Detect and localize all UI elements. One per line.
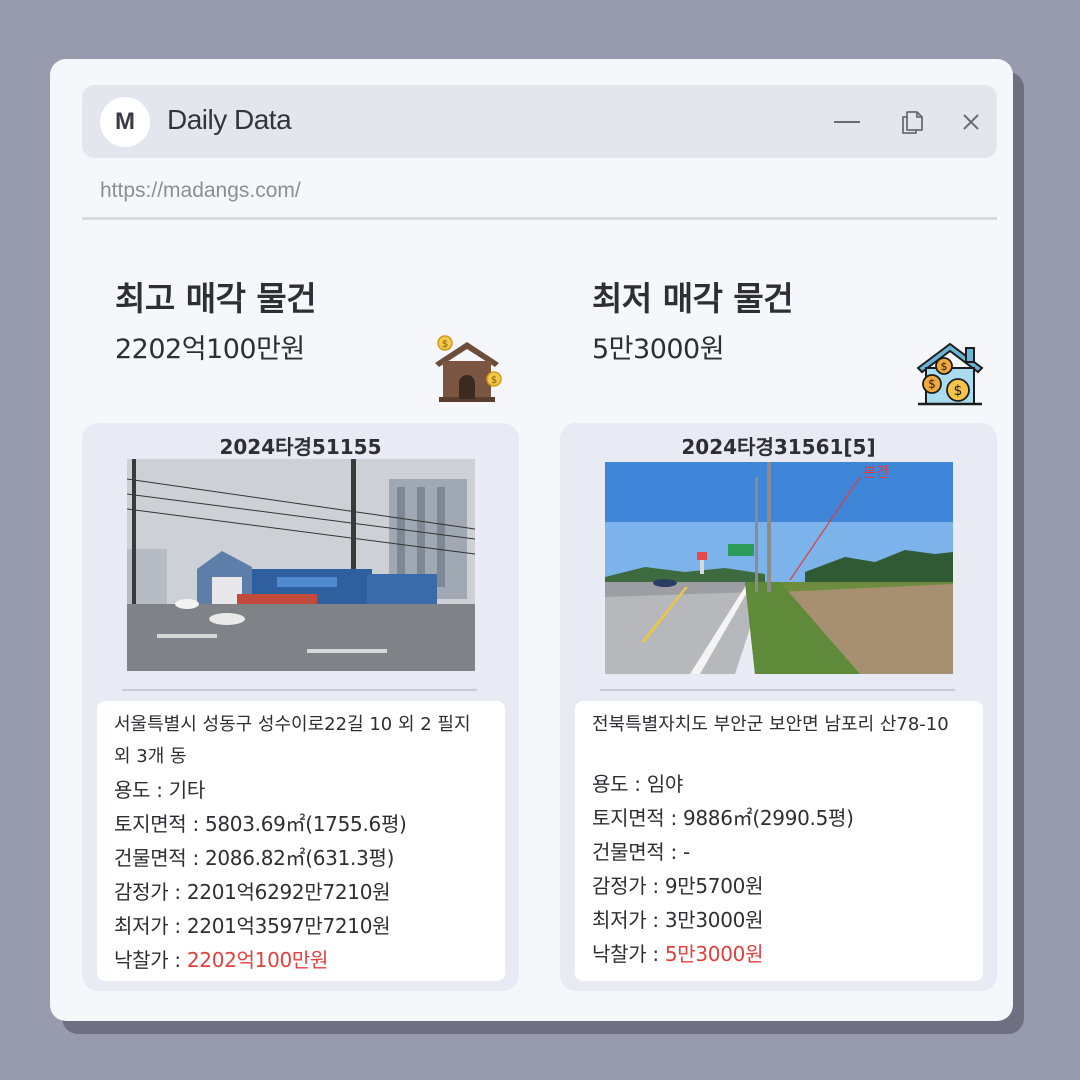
property-address: 서울특별시 성동구 성수이로22길 10 외 2 필지 외 3개 동 <box>114 714 471 767</box>
usage-value: 임야 <box>646 772 684 796</box>
app-window: M Daily Data https://madangs.com/ 최고 매각 … <box>50 59 1013 1021</box>
lowest-price: 5만3000원 <box>592 334 725 365</box>
close-button[interactable] <box>954 105 988 139</box>
minimum-price-row: 최저가 : 2201억3597만7210원 <box>114 909 488 943</box>
minimum-price-value: 3만3000원 <box>664 908 764 932</box>
land-area-row: 토지면적 : 5803.69㎡(1755.6평) <box>114 807 488 841</box>
close-icon <box>963 114 979 130</box>
land-area-row: 토지면적 : 9886㎡(2990.5평) <box>592 801 966 835</box>
minimum-price-label: 최저가 : <box>114 914 187 938</box>
svg-text:$: $ <box>941 360 948 373</box>
svg-text:$: $ <box>442 339 448 350</box>
header-divider <box>82 217 997 220</box>
winning-bid-value: 2202억100만원 <box>186 948 329 972</box>
winning-bid-row: 낙찰가 : 5만3000원 <box>592 937 966 971</box>
land-area-value: 9886㎡(2990.5평) <box>682 806 854 830</box>
property-address: 전북특별자치도 부안군 보안면 남포리 산78-10 <box>592 714 949 735</box>
appraisal-row: 감정가 : 9만5700원 <box>592 869 966 903</box>
land-area-value: 5803.69㎡(1755.6평) <box>204 812 407 836</box>
highest-heading: 최고 매각 물건 <box>115 279 317 318</box>
app-logo: M <box>100 97 150 147</box>
house-coin-icon: $ $ <box>435 335 502 402</box>
minimize-button[interactable] <box>830 105 864 139</box>
property-photo[interactable]: 본건 <box>605 462 953 674</box>
usage-label: 용도 : <box>592 772 647 796</box>
lowest-heading: 최저 매각 물건 <box>592 279 794 318</box>
building-area-row: 건물면적 : 2086.82㎡(631.3평) <box>114 841 488 875</box>
url-text[interactable]: https://madangs.com/ <box>100 179 301 203</box>
property-info: 서울특별시 성동구 성수이로22길 10 외 2 필지 외 3개 동 용도 : … <box>97 701 505 981</box>
land-area-label: 토지면적 : <box>114 812 205 836</box>
restore-icon <box>902 111 923 134</box>
svg-text:$: $ <box>491 375 497 386</box>
app-title: Daily Data <box>167 104 292 135</box>
building-area-row: 건물면적 : - <box>592 835 966 869</box>
winning-bid-label: 낙찰가 : <box>114 948 187 972</box>
svg-text:$: $ <box>954 383 963 399</box>
land-area-label: 토지면적 : <box>592 806 683 830</box>
appraisal-value: 9만5700원 <box>664 874 764 898</box>
appraisal-label: 감정가 : <box>114 880 187 904</box>
winning-bid-value: 5만3000원 <box>664 942 764 966</box>
building-area-label: 건물면적 : <box>592 840 683 864</box>
building-area-value: - <box>682 840 690 864</box>
building-area-label: 건물면적 : <box>114 846 205 870</box>
case-number[interactable]: 2024타경51155 <box>82 431 519 460</box>
appraisal-label: 감정가 : <box>592 874 665 898</box>
card-divider <box>600 689 955 691</box>
highest-property-card[interactable]: 2024타경51155 서울특별시 성동구 성수이로22길 10 외 2 필지 … <box>82 423 519 991</box>
minimize-icon <box>834 121 860 123</box>
minimum-price-row: 최저가 : 3만3000원 <box>592 903 966 937</box>
building-area-value: 2086.82㎡(631.3평) <box>204 846 395 870</box>
usage-row: 용도 : 기타 <box>114 773 488 807</box>
title-bar: M Daily Data <box>82 85 997 158</box>
appraisal-value: 2201억6292만7210원 <box>186 880 391 904</box>
usage-value: 기타 <box>168 778 206 802</box>
minimum-price-value: 2201억3597만7210원 <box>186 914 391 938</box>
photo-annotation: 본건 <box>863 465 889 481</box>
winning-bid-label: 낙찰가 : <box>592 942 665 966</box>
minimum-price-label: 최저가 : <box>592 908 665 932</box>
case-number[interactable]: 2024타경31561[5] <box>560 431 997 460</box>
house-dollar-icon: $ $ $ <box>916 342 984 406</box>
usage-label: 용도 : <box>114 778 169 802</box>
property-photo[interactable] <box>127 459 475 671</box>
property-info: 전북특별자치도 부안군 보안면 남포리 산78-10 용도 : 임야 토지면적 … <box>575 701 983 981</box>
restore-button[interactable] <box>894 105 928 139</box>
usage-row: 용도 : 임야 <box>592 767 966 801</box>
winning-bid-row: 낙찰가 : 2202억100만원 <box>114 943 488 977</box>
lowest-property-card[interactable]: 2024타경31561[5] 본건 전북특별자치도 부안군 보안면 남포리 산7… <box>560 423 997 991</box>
card-divider <box>122 689 477 691</box>
svg-text:$: $ <box>928 377 936 391</box>
appraisal-row: 감정가 : 2201억6292만7210원 <box>114 875 488 909</box>
highest-price: 2202억100만원 <box>115 334 305 365</box>
